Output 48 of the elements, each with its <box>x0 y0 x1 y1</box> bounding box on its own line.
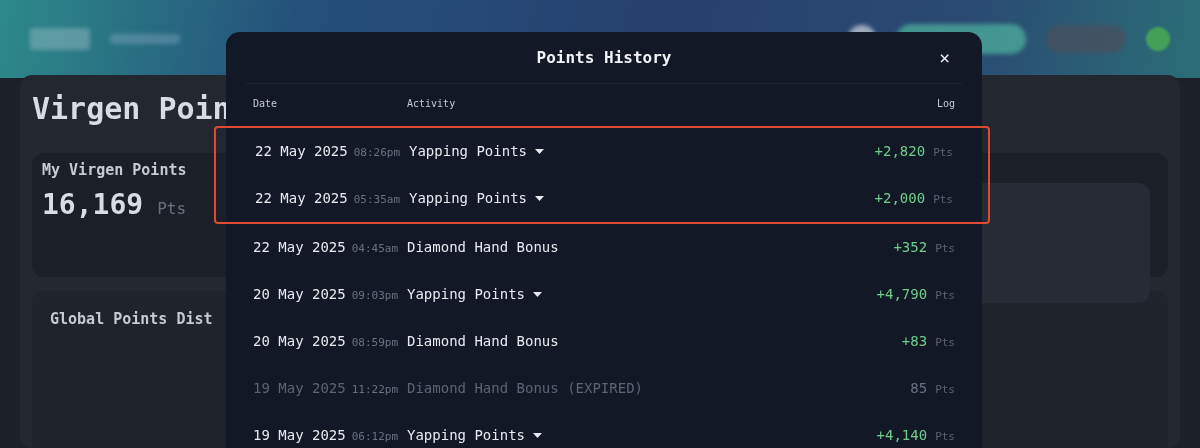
column-header: Log <box>936 96 955 111</box>
points-amount: +2,000 <box>874 189 926 208</box>
section-title: Global Points Dist <box>50 310 213 328</box>
date-text: 22 May 2025 <box>255 189 348 208</box>
activity-text: Diamond Hand Bonus <box>407 332 559 351</box>
date-text: 19 May 2025 <box>253 379 346 398</box>
points-amount: 85 <box>910 379 928 398</box>
points-amount: +83 <box>901 332 928 351</box>
points-unit: Pts <box>935 335 955 351</box>
date-text: 20 May 2025 <box>253 332 346 351</box>
date-text: 20 May 2025 <box>253 285 346 304</box>
card-title: My Virgen Points <box>42 160 188 181</box>
time-text: 11:22pm <box>351 382 399 398</box>
points-amount: +4,790 <box>876 285 928 304</box>
modal-title: Points History <box>536 46 672 69</box>
caret-icon[interactable] <box>533 292 542 297</box>
activity-text: Yapping Points <box>407 426 525 445</box>
activity-text: Diamond Hand Bonus (EXPIRED) <box>407 379 643 398</box>
points-amount: +352 <box>893 238 928 257</box>
balance-unit: Pts <box>157 197 187 220</box>
date-text: 19 May 2025 <box>253 426 346 445</box>
time-text: 05:35am <box>353 192 401 208</box>
time-text: 08:26pm <box>353 145 401 161</box>
date-text: 22 May 2025 <box>255 142 348 161</box>
points-unit: Pts <box>935 429 955 445</box>
caret-icon[interactable] <box>535 196 544 201</box>
page-heading: Virgen Poin <box>32 90 231 128</box>
activity-text: Yapping Points <box>409 189 527 208</box>
points-unit: Pts <box>935 382 955 398</box>
time-text: 09:03pm <box>351 288 399 304</box>
points-unit: Pts <box>935 241 955 257</box>
date-text: 22 May 2025 <box>253 238 346 257</box>
time-text: 04:45am <box>351 241 399 257</box>
points-balance: 16,169 <box>42 186 144 223</box>
column-header: Activity <box>407 96 457 111</box>
activity-text: Diamond Hand Bonus <box>407 238 559 257</box>
points-unit: Pts <box>935 288 955 304</box>
points-unit: Pts <box>933 145 953 161</box>
points-unit: Pts <box>933 192 953 208</box>
close-button[interactable]: × <box>939 48 950 67</box>
time-text: 08:59pm <box>351 335 399 351</box>
points-amount: +4,140 <box>876 426 928 445</box>
activity-text: Yapping Points <box>407 285 525 304</box>
points-amount: +2,820 <box>874 142 926 161</box>
activity-text: Yapping Points <box>409 142 527 161</box>
column-header: Date <box>253 96 279 111</box>
time-text: 06:12pm <box>351 429 399 445</box>
caret-icon[interactable] <box>533 433 542 438</box>
